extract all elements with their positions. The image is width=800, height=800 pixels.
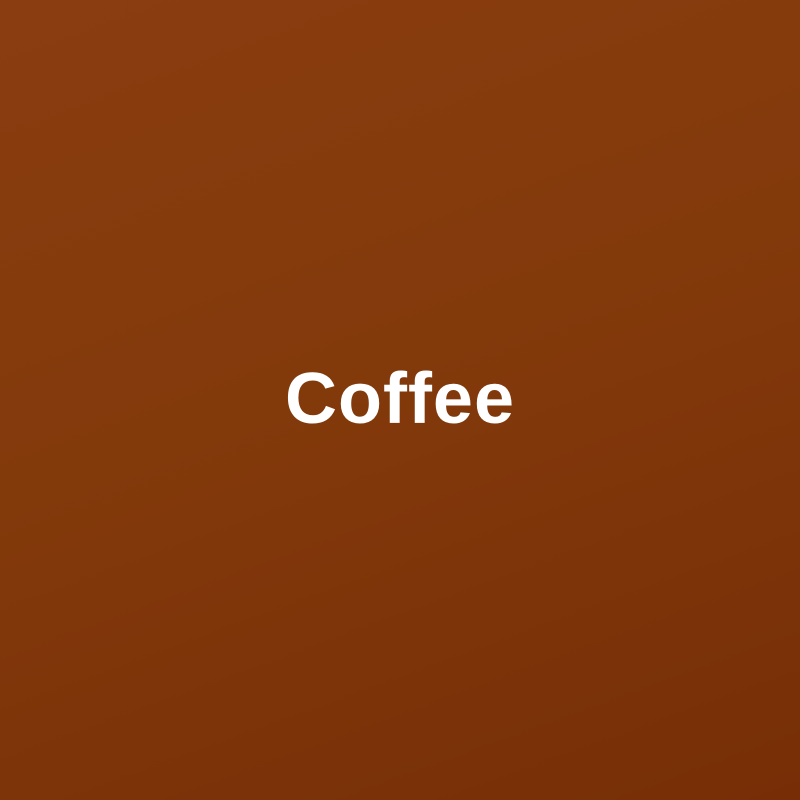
background-panel: Coffee xyxy=(0,0,800,800)
page-title: Coffee xyxy=(284,359,515,439)
